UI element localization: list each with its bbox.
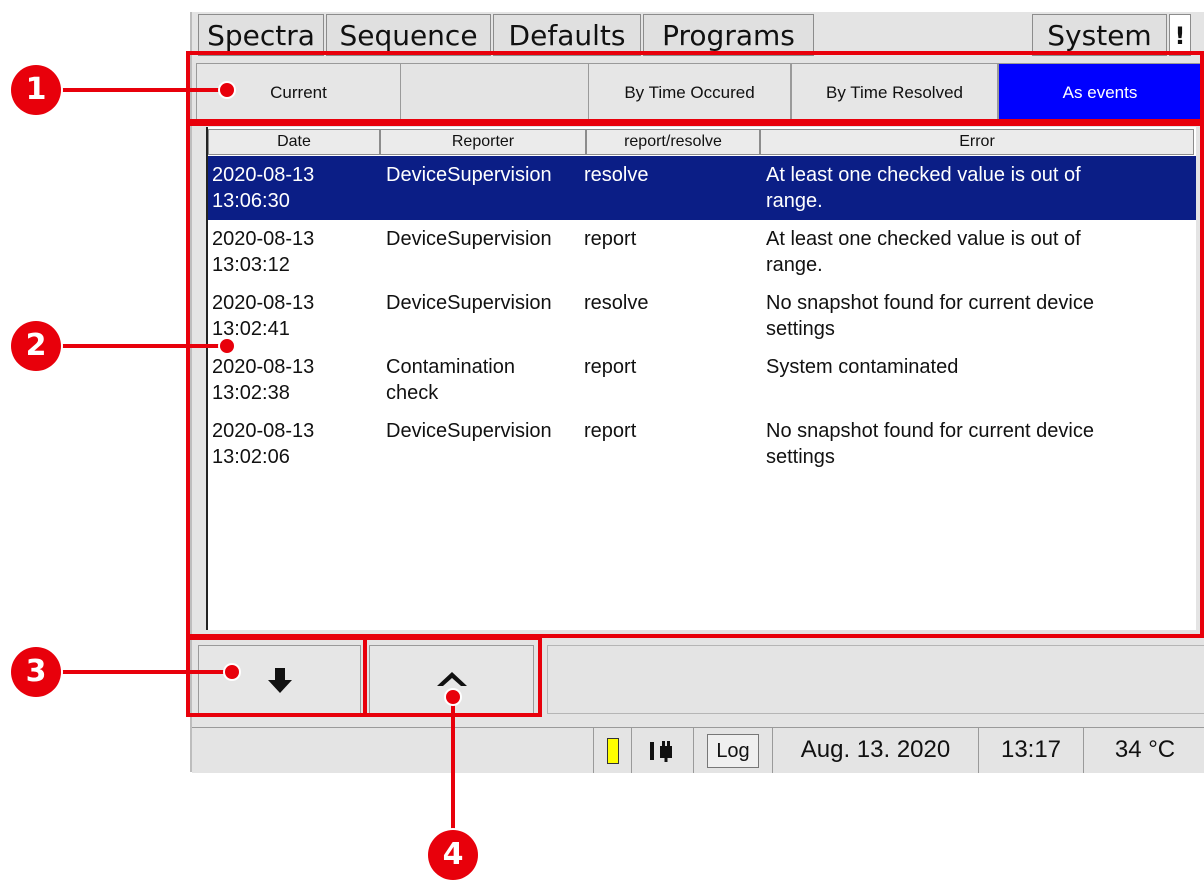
tab-spectra[interactable]: Spectra: [198, 14, 324, 56]
cell-action: report: [584, 228, 637, 250]
cell-error: No snapshot found for current device sett…: [766, 420, 1094, 468]
temperature-display: 34 °C: [1083, 728, 1204, 773]
callout-line-4: [451, 694, 455, 844]
as-events-button[interactable]: As events: [998, 63, 1202, 123]
alert-indicator[interactable]: !: [1169, 14, 1191, 56]
time-display: 13:17: [978, 728, 1083, 773]
callout-dot-1: [218, 81, 236, 99]
cell-action: resolve: [584, 164, 649, 186]
cell-date: 2020-08-13 13:02:38: [212, 356, 315, 404]
chevron-up-icon: [436, 671, 467, 686]
cell-action: resolve: [584, 292, 649, 314]
cell-action: report: [584, 420, 637, 442]
app-window: Spectra Sequence Defaults Programs Syste…: [190, 12, 1204, 773]
column-header-date[interactable]: Date: [208, 129, 380, 155]
filter-spacer: [401, 63, 588, 123]
table-row[interactable]: 2020-08-13 13:02:41 DeviceSupervision res…: [208, 284, 1196, 348]
cell-error: System contaminated: [766, 356, 959, 378]
nav-bar-spacer: [547, 645, 1204, 714]
cell-error: No snapshot found for current device sett…: [766, 292, 1094, 340]
column-header-reporter[interactable]: Reporter: [380, 129, 586, 155]
cell-reporter: DeviceSupervision: [386, 228, 552, 250]
cell-error: At least one checked value is out of rang…: [766, 228, 1081, 276]
tab-sequence[interactable]: Sequence: [326, 14, 491, 56]
scroll-down-button[interactable]: [198, 645, 361, 714]
log-button[interactable]: Log: [707, 733, 759, 768]
cell-date: 2020-08-13 13:02:41: [212, 292, 315, 340]
callout-dot-4: [444, 688, 462, 706]
cell-error: At least one checked value is out of rang…: [766, 164, 1081, 212]
log-area: Log: [693, 728, 772, 773]
status-indicator: [593, 728, 631, 773]
tab-system[interactable]: System: [1032, 14, 1167, 56]
cell-date: 2020-08-13 13:06:30: [212, 164, 315, 212]
cell-action: report: [584, 356, 637, 378]
tab-defaults[interactable]: Defaults: [493, 14, 641, 56]
cell-reporter: Contamination check: [386, 356, 515, 404]
tab-programs[interactable]: Programs: [643, 14, 814, 56]
arrow-down-icon: [267, 667, 292, 693]
callout-line-3: [36, 670, 231, 674]
plug-icon: [631, 728, 693, 773]
cell-reporter: DeviceSupervision: [386, 292, 552, 314]
table-row[interactable]: 2020-08-13 13:02:06 DeviceSupervision rep…: [208, 412, 1196, 476]
callout-line-2: [36, 344, 226, 348]
callout-dot-3: [223, 663, 241, 681]
callout-badge-3: 3: [11, 647, 61, 697]
cell-date: 2020-08-13 13:03:12: [212, 228, 315, 276]
callout-dot-2: [218, 337, 236, 355]
table-row[interactable]: 2020-08-13 13:02:38 Contamination check re…: [208, 348, 1196, 412]
column-header-error[interactable]: Error: [760, 129, 1194, 155]
date-display: Aug. 13. 2020: [772, 728, 978, 773]
by-time-resolved-button[interactable]: By Time Resolved: [791, 63, 998, 123]
error-table: Date Reporter report/resolve Error 2020-…: [206, 127, 1196, 630]
table-row[interactable]: 2020-08-13 13:03:12 DeviceSupervision rep…: [208, 220, 1196, 284]
status-bar: Log Aug. 13. 2020 13:17 34 °C: [192, 727, 1204, 773]
column-header-report-resolve[interactable]: report/resolve: [586, 129, 760, 155]
by-time-occured-button[interactable]: By Time Occured: [588, 63, 791, 123]
callout-line-1: [36, 88, 226, 92]
callout-badge-4: 4: [428, 830, 478, 880]
table-row[interactable]: 2020-08-13 13:06:30 DeviceSupervision res…: [208, 156, 1196, 220]
cell-reporter: DeviceSupervision: [386, 164, 552, 186]
callout-badge-1: 1: [11, 65, 61, 115]
cell-reporter: DeviceSupervision: [386, 420, 552, 442]
cell-date: 2020-08-13 13:02:06: [212, 420, 315, 468]
callout-badge-2: 2: [11, 321, 61, 371]
